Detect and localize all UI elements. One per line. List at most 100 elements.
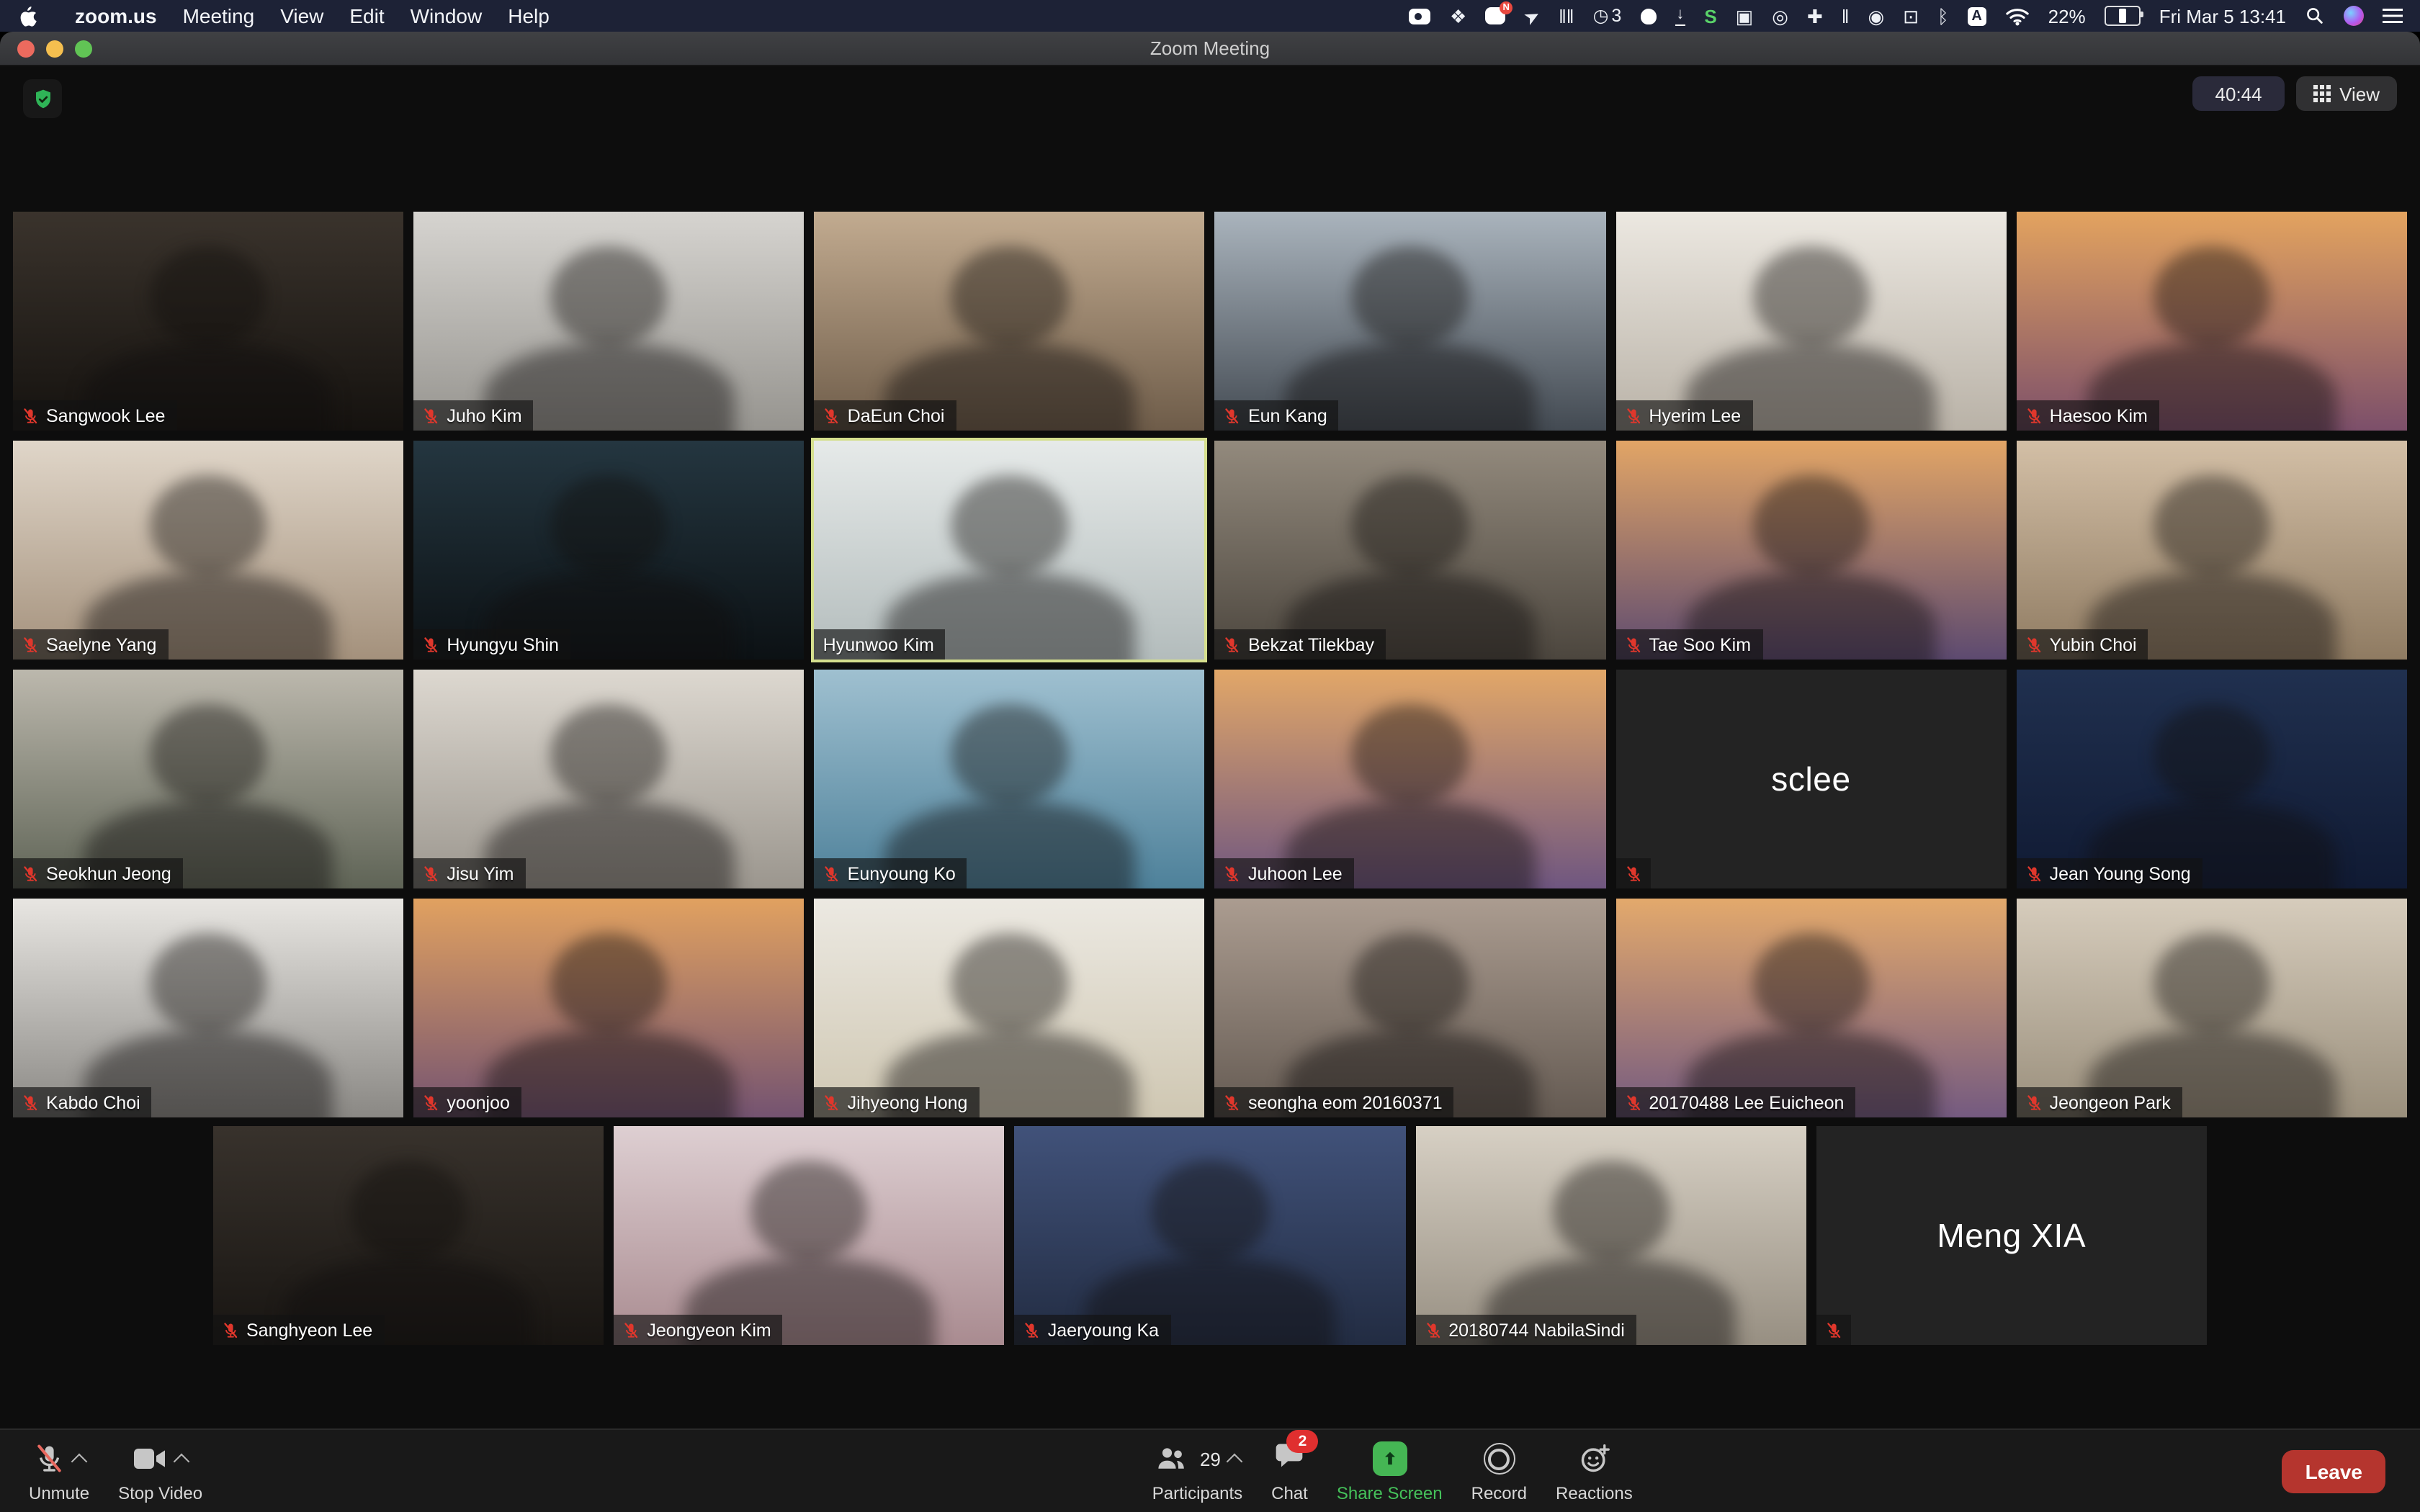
participant-tile[interactable]: Juho Kim [413,212,804,431]
stop-video-button[interactable]: Stop Video [104,1430,217,1512]
participant-tile[interactable]: Hyerim Lee [1615,212,2006,431]
participant-tile[interactable]: Eunyoung Ko [815,670,1205,888]
participant-tile[interactable]: Eun Kang [1215,212,1605,431]
participants-caret[interactable] [1227,1454,1244,1470]
grid-view-icon [2313,85,2331,102]
siri-icon[interactable] [2344,6,2364,26]
close-window-button[interactable] [17,40,35,57]
view-button[interactable]: View [2296,76,2397,111]
participant-tile[interactable]: 20170488 Lee Euicheon [1615,899,2006,1117]
menu-view[interactable]: View [267,4,336,27]
apple-menu-icon[interactable] [17,5,39,27]
participant-display-name: sclee [1615,670,2006,888]
unmute-button[interactable]: Unmute [14,1430,104,1512]
participant-tile[interactable]: Saelyne Yang [13,441,403,660]
meeting-content: 40:44 View [0,66,2420,1431]
participant-tile[interactable]: Yubin Choi [2017,441,2407,660]
accessibility-icon[interactable]: ◉ [1868,6,1885,25]
displays-icon[interactable]: ‖ [1842,6,1850,25]
participant-tile[interactable]: Haesoo Kim [2017,212,2407,431]
menu-zoom-us[interactable]: zoom.us [62,4,170,27]
leave-button[interactable]: Leave [2282,1449,2385,1493]
record-icon [1483,1443,1515,1475]
muted-mic-icon [823,1094,841,1111]
participant-tile[interactable]: 20180744 NabilaSindi [1415,1126,1806,1345]
participant-tile[interactable]: Tae Soo Kim [1615,441,2006,660]
participant-tile[interactable]: Jeongyeon Kim [614,1126,1004,1345]
menu-edit[interactable]: Edit [336,4,397,27]
participant-tile[interactable]: Jeongeon Park [2017,899,2407,1117]
screen-mirroring-icon[interactable]: ⊡ [1903,6,1919,25]
download-icon[interactable]: ↓ [1675,6,1685,25]
wifi-icon[interactable] [2005,6,2030,25]
participant-name-label: Haesoo Kim [2050,405,2148,426]
participant-tile[interactable]: Bekzat Tilekbay [1215,441,1605,660]
screen-record-icon[interactable] [1410,8,1431,24]
participant-name-chip: Jean Young Song [2017,858,2202,888]
fullscreen-window-button[interactable] [75,40,92,57]
participant-tile[interactable]: Hyungyu Shin [413,441,804,660]
participant-name-chip: Haesoo Kim [2017,400,2159,431]
participant-display-name [815,899,1205,1117]
backup-icon[interactable] [1640,8,1656,24]
participant-tile[interactable]: Jisu Yim [413,670,804,888]
spotlight-search-icon[interactable] [2305,6,2325,26]
clock-tasks-icon[interactable]: ◷3 [1593,7,1622,25]
security-shield-button[interactable] [23,79,62,118]
location-icon[interactable]: ➤ [1520,4,1543,27]
participant-tile[interactable]: seongha eom 20160371 [1215,899,1605,1117]
participant-name-label: Saelyne Yang [46,634,156,654]
battery-icon[interactable] [2105,6,2141,26]
participant-tile[interactable]: Juhoon Lee [1215,670,1605,888]
meeting-toolbar: Unmute Stop Video [0,1428,2420,1512]
participant-name-label: seongha eom 20160371 [1248,1092,1443,1112]
participant-tile[interactable]: sclee [1615,670,2006,888]
participant-tile[interactable]: Kabdo Choi [13,899,403,1117]
muted-mic-icon [22,865,39,882]
participant-tile[interactable]: Sangwook Lee [13,212,403,431]
input-source-icon[interactable]: A [1968,6,1986,25]
audio-levels-icon[interactable]: ‖‖ [1559,6,1574,25]
participant-display-name [1215,899,1605,1117]
menubar-clock[interactable]: Fri Mar 5 13:41 [2159,5,2286,27]
video-options-caret[interactable] [174,1454,190,1470]
participant-tile[interactable]: Sanghyeon Lee [213,1126,604,1345]
health-icon[interactable]: ✚ [1807,6,1823,25]
muted-mic-icon [823,407,841,424]
menu-meeting[interactable]: Meeting [170,4,268,27]
unmute-options-caret[interactable] [71,1454,88,1470]
participant-display-name [1615,441,2006,660]
participant-tile[interactable]: yoonjoo [413,899,804,1117]
window-manager-icon[interactable]: ▣ [1736,6,1754,25]
muted-mic-icon [422,407,439,424]
bluetooth-icon[interactable]: ᛒ [1937,6,1949,25]
participant-tile[interactable]: Seokhun Jeong [13,670,403,888]
record-button[interactable]: Record [1457,1430,1541,1512]
participant-name-chip [1816,1315,1851,1345]
control-center-icon[interactable] [2383,9,2403,23]
muted-mic-icon [22,1094,39,1111]
reactions-button[interactable]: Reactions [1541,1430,1647,1512]
participant-display-name [614,1126,1004,1345]
participant-tile[interactable]: DaEun Choi [815,212,1205,431]
participant-name-chip: Jeongyeon Kim [614,1315,782,1345]
dropbox-icon[interactable]: ❖ [1450,6,1466,25]
participant-name-label: DaEun Choi [848,405,945,426]
privacy-icon[interactable]: ◎ [1772,6,1788,25]
muted-mic-icon [33,1443,65,1475]
stats-icon[interactable]: S [1704,6,1716,25]
participants-button[interactable]: 29 Participants [1138,1430,1257,1512]
notifications-icon[interactable]: N [1485,7,1505,24]
minimize-window-button[interactable] [46,40,63,57]
participant-tile[interactable]: Jaeryoung Ka [1015,1126,1405,1345]
participant-tile[interactable]: Meng XIA [1816,1126,2207,1345]
chat-button[interactable]: 2 Chat [1257,1430,1322,1512]
participant-tile[interactable]: Jihyeong Hong [815,899,1205,1117]
participant-name-chip: Kabdo Choi [13,1087,152,1117]
participant-tile[interactable]: Jean Young Song [2017,670,2407,888]
chat-label: Chat [1271,1483,1308,1503]
share-screen-button[interactable]: Share Screen [1322,1430,1457,1512]
menu-window[interactable]: Window [398,4,496,27]
participant-tile[interactable]: Hyunwoo Kim [815,441,1205,660]
menu-help[interactable]: Help [495,4,563,27]
